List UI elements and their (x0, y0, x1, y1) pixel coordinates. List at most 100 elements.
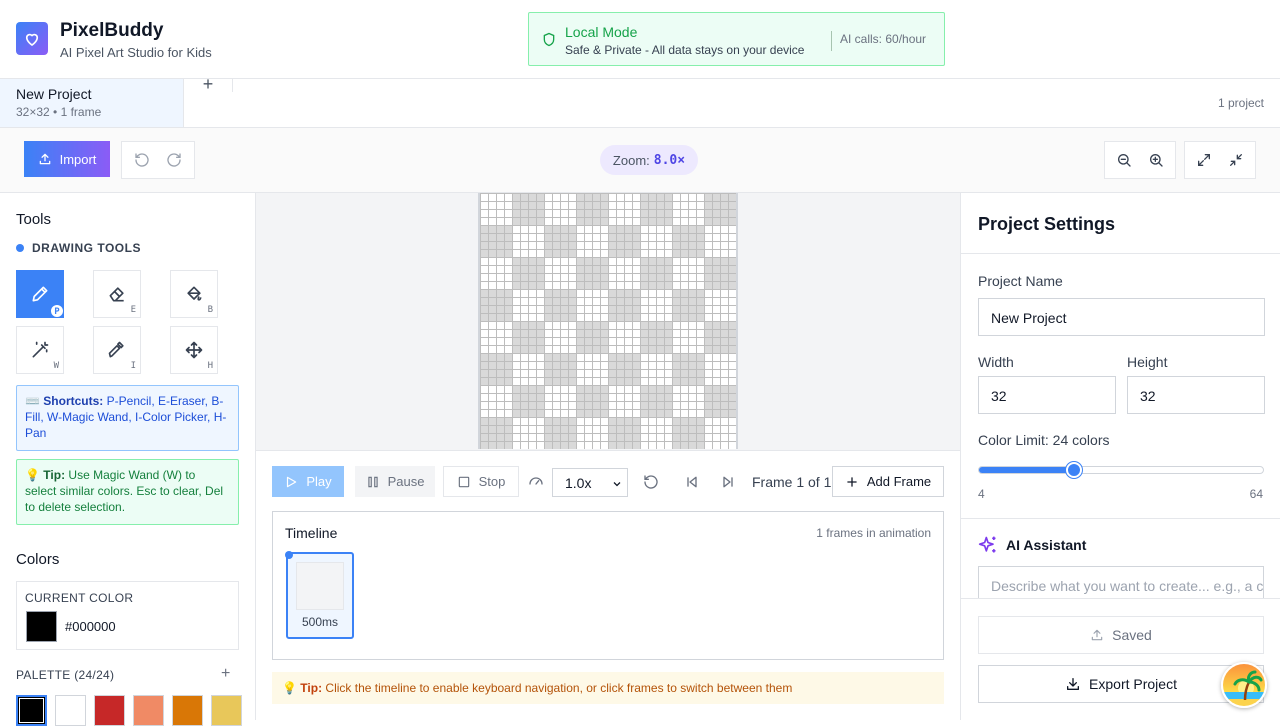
add-color-button[interactable]: + (221, 665, 230, 683)
pencil-icon (30, 284, 50, 304)
zoom-indicator: Zoom: 8.0× (600, 145, 698, 175)
pixel-canvas[interactable] (478, 193, 738, 449)
paint-bucket-icon (184, 284, 204, 304)
current-color-label: CURRENT COLOR (25, 591, 134, 605)
shortcut-key: E (130, 305, 136, 315)
slider-fill (979, 467, 1075, 473)
current-color-swatch[interactable] (26, 611, 57, 642)
tip-text: Click the timeline to enable keyboard na… (325, 681, 793, 695)
shortcut-key: I (130, 361, 136, 371)
project-count: 1 project (1217, 96, 1264, 110)
minimize-icon[interactable] (1228, 152, 1244, 168)
tools-panel: Tools DRAWING TOOLS P E B W I H ⌨️ Short… (0, 193, 256, 726)
tool-tip-box: 💡 Tip: Use Magic Wand (W) to select simi… (16, 459, 239, 525)
shortcut-key: H (207, 361, 213, 371)
frame-counter: Frame 1 of 1 (752, 474, 832, 490)
stop-icon (457, 475, 471, 489)
stop-button[interactable]: Stop (443, 466, 519, 497)
project-tab-bar: New Project 32×32 • 1 frame + 1 project (0, 75, 1280, 128)
plus-icon (845, 475, 859, 489)
view-controls (1184, 141, 1256, 179)
height-label: Height (1127, 354, 1168, 370)
export-label: Export Project (1089, 676, 1177, 692)
drawing-tools-header: DRAWING TOOLS (16, 241, 141, 255)
add-project-button[interactable]: + (184, 75, 233, 93)
palette-swatch[interactable] (94, 695, 125, 726)
drawing-tools-label: DRAWING TOOLS (32, 241, 141, 255)
shortcut-key: B (207, 305, 213, 315)
colors-title: Colors (16, 551, 60, 568)
pause-button[interactable]: Pause (355, 466, 435, 497)
speed-select[interactable]: 1.0x (552, 468, 628, 497)
zoom-controls (1104, 141, 1176, 179)
beach-avatar-icon[interactable] (1221, 662, 1267, 708)
color-limit-slider[interactable] (978, 462, 1264, 478)
shortcuts-label: Shortcuts: (43, 394, 104, 408)
redo-icon[interactable] (166, 152, 182, 168)
height-input[interactable]: 32 (1127, 376, 1265, 414)
eyedropper-icon (107, 340, 127, 360)
pan-tool-button[interactable]: H (170, 326, 218, 374)
shield-icon (541, 31, 557, 48)
width-label: Width (978, 354, 1014, 370)
zoom-in-icon[interactable] (1148, 152, 1164, 168)
divider (831, 31, 832, 51)
frame-preview (296, 562, 344, 610)
tools-title: Tools (16, 211, 52, 228)
maximize-icon[interactable] (1196, 152, 1212, 168)
zoom-out-icon[interactable] (1116, 152, 1132, 168)
fill-tool-button[interactable]: B (170, 270, 218, 318)
loop-icon[interactable] (643, 474, 659, 490)
keyboard-icon: ⌨️ (25, 394, 40, 408)
first-frame-icon[interactable] (684, 474, 700, 490)
undo-icon[interactable] (134, 152, 150, 168)
palette-swatch[interactable] (16, 695, 47, 726)
current-color-hex: #000000 (65, 619, 116, 634)
add-frame-label: Add Frame (866, 474, 932, 489)
add-frame-button[interactable]: Add Frame (832, 466, 944, 497)
color-picker-tool-button[interactable]: I (93, 326, 141, 374)
magic-wand-tool-button[interactable]: W (16, 326, 64, 374)
project-tab-name: New Project (16, 86, 92, 102)
tip-label: Tip: (300, 681, 323, 695)
project-name-input[interactable]: New Project (978, 298, 1265, 336)
lightbulb-icon: 💡 (282, 681, 297, 695)
local-mode-subtitle: Safe & Private - All data stays on your … (565, 43, 805, 57)
color-limit-label: Color Limit: 24 colors (978, 432, 1110, 448)
palette-swatch[interactable] (55, 695, 86, 726)
palette-swatch[interactable] (172, 695, 203, 726)
palette-swatch[interactable] (211, 695, 242, 726)
shortcuts-info: ⌨️ Shortcuts: P-Pencil, E-Eraser, B-Fill… (16, 385, 239, 451)
play-button[interactable]: Play (272, 466, 344, 497)
bullet-dot-icon (16, 244, 24, 252)
eraser-icon (107, 284, 127, 304)
move-icon (184, 340, 204, 360)
divider (961, 253, 1280, 254)
last-frame-icon[interactable] (720, 474, 736, 490)
speed-value: 1.0x (565, 475, 592, 491)
pencil-tool-button[interactable]: P (16, 270, 64, 318)
pause-icon (366, 475, 380, 489)
magic-wand-icon (30, 340, 50, 360)
import-button[interactable]: Import (24, 141, 110, 177)
play-label: Play (306, 474, 332, 489)
app-header: PixelBuddy AI Pixel Art Studio for Kids … (0, 0, 1280, 79)
ai-prompt-input[interactable]: Describe what you want to create... e.g.… (978, 566, 1264, 598)
saved-button[interactable]: Saved (978, 616, 1264, 654)
current-frame-dot (285, 551, 293, 559)
slider-thumb[interactable] (1066, 462, 1083, 478)
tip-label: Tip: (43, 468, 66, 482)
width-input[interactable]: 32 (978, 376, 1116, 414)
speed-gauge-icon (528, 474, 544, 490)
slider-max: 64 (1249, 487, 1263, 501)
settings-title: Project Settings (978, 214, 1116, 234)
project-tab[interactable]: New Project 32×32 • 1 frame (0, 79, 184, 127)
timeline-tip: 💡 Tip: Click the timeline to enable keyb… (272, 672, 944, 704)
eraser-tool-button[interactable]: E (93, 270, 141, 318)
palette-swatch[interactable] (133, 695, 164, 726)
pause-label: Pause (387, 474, 425, 489)
project-tab-meta: 32×32 • 1 frame (16, 105, 102, 119)
timeline-panel[interactable]: Timeline 1 frames in animation 500ms (272, 511, 944, 660)
chevron-down-icon (611, 478, 623, 490)
frame-thumbnail[interactable]: 500ms (285, 551, 354, 639)
